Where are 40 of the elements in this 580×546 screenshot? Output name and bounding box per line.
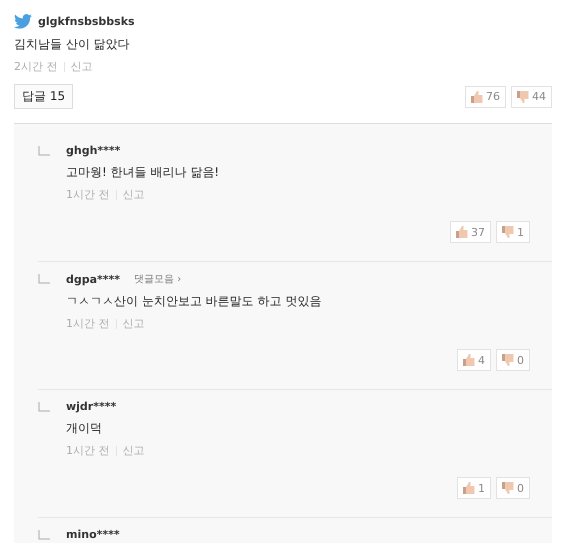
dislike-button[interactable]: 0 [496, 349, 530, 371]
reply-corner-icon [38, 146, 50, 156]
reply-author: mino**** [66, 528, 120, 541]
comment-collection-link[interactable]: 댓글모음 › [134, 272, 182, 286]
thumbs-up-icon [471, 90, 483, 102]
thumbs-up-icon [463, 354, 475, 366]
like-button[interactable]: 1 [457, 477, 491, 499]
thumbs-up-icon [463, 482, 475, 494]
report-link[interactable]: 신고 [122, 187, 144, 202]
reply-corner-icon [38, 530, 50, 540]
reply-text: 고마웡! 한녀들 배리나 닮음! [66, 164, 220, 181]
reply-text: 개이덕 [66, 420, 103, 437]
dislike-button[interactable]: 1 [496, 221, 530, 243]
reply-text: ㄱㅅㄱㅅ산이 눈치안보고 바른말도 하고 멋있음 [66, 293, 322, 310]
dislike-button[interactable]: 44 [511, 86, 552, 108]
report-link[interactable]: 신고 [122, 316, 144, 331]
dislike-button[interactable]: 0 [496, 477, 530, 499]
comment-author: glgkfnsbsbbsks [38, 15, 135, 28]
comment-time: 1시간 전 [66, 316, 110, 331]
reply-author: dgpa**** [66, 272, 120, 286]
like-button[interactable]: 76 [465, 86, 506, 108]
reply-author: ghgh**** [66, 144, 120, 157]
thumbs-down-icon [502, 354, 514, 366]
comment-time: 2시간 전 [14, 59, 58, 74]
thumbs-down-icon [502, 226, 514, 238]
like-button[interactable]: 4 [457, 349, 491, 371]
reply-count-button[interactable]: 답글 15 [14, 84, 74, 109]
report-link[interactable]: 신고 [70, 59, 92, 74]
reply-corner-icon [38, 402, 50, 412]
thumbs-down-icon [502, 482, 514, 494]
comment-time: 1시간 전 [66, 443, 110, 458]
reply-corner-icon [38, 274, 50, 284]
like-button[interactable]: 37 [450, 221, 491, 243]
thumbs-up-icon [456, 226, 468, 238]
bird-icon [14, 14, 32, 29]
reply-author: wjdr**** [66, 400, 116, 413]
comment-text: 김치남들 산이 닮았다 [14, 36, 131, 53]
thumbs-down-icon [517, 90, 529, 102]
comment-time: 1시간 전 [66, 187, 110, 202]
report-link[interactable]: 신고 [122, 443, 144, 458]
